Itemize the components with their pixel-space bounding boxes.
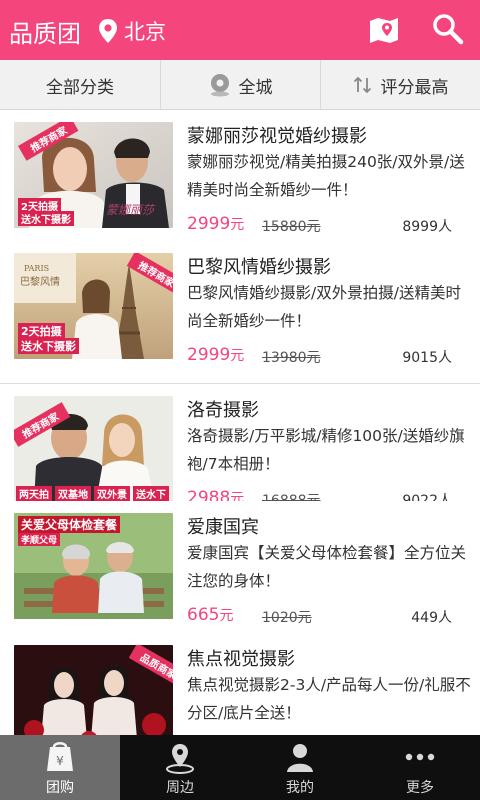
deal-price: 2999元 xyxy=(187,214,245,234)
sold-count: 8999人 xyxy=(402,219,452,235)
deal-price: 2999元 xyxy=(187,345,245,365)
original-price: 13980元 xyxy=(262,350,321,366)
sort-arrows-icon xyxy=(353,76,371,94)
filter-sort-label: 评分最高 xyxy=(380,77,449,98)
tab-group-buy[interactable]: ¥ 团购 xyxy=(0,735,120,800)
location-pin-icon[interactable] xyxy=(97,18,119,44)
tab-label: 我的 xyxy=(286,780,314,796)
deal-thumbnail: 关爱父母体检套餐 孝顺父母 xyxy=(14,513,173,619)
deal-title: 洛奇摄影 xyxy=(187,400,259,421)
promo-tag: 双外景 xyxy=(94,486,130,501)
promo-tag: 送水下摄影 xyxy=(18,338,79,354)
promo-tag: 送水下摄影 xyxy=(18,211,74,226)
group-buy-bag-icon: ¥ xyxy=(47,742,73,771)
tab-nearby[interactable]: 周边 xyxy=(120,735,240,800)
filter-bar: 全部分类 全城 评分最高 xyxy=(0,60,480,110)
filter-category[interactable]: 全部分类 xyxy=(0,60,160,110)
deal-thumbnail: 蒙娜丽莎 推荐商家 2天拍摄 送水下摄影 xyxy=(14,122,173,228)
map-icon[interactable] xyxy=(368,15,400,45)
deal-description: 蒙娜丽莎视觉/精美拍摄240张/双外景/送精美时尚全新婚纱一件！ xyxy=(187,153,465,199)
filter-area-label: 全城 xyxy=(238,77,273,98)
studio-logo: 巴黎风情 xyxy=(20,275,60,288)
deal-list[interactable]: 蒙娜丽莎 推荐商家 2天拍摄 送水下摄影 蒙娜丽莎视觉婚纱摄影 蒙娜丽莎视觉/精… xyxy=(0,110,480,735)
deal-description: 巴黎风情婚纱摄影/双外景拍摄/送精美时尚全新婚纱一件！ xyxy=(187,284,461,330)
bottom-tab-bar: ¥ 团购 周边 我的 更多 xyxy=(0,735,480,800)
promo-tag: 2天拍摄 xyxy=(18,323,65,339)
deal-thumbnail: PARIS 巴黎风情 推荐商家 2天拍摄 送水下摄影 xyxy=(14,253,173,359)
banner-subtitle: 孝顺父母 xyxy=(18,533,61,546)
deal-title: 焦点视觉摄影 xyxy=(187,649,295,670)
user-icon xyxy=(287,744,313,772)
promo-tag: 送水下 xyxy=(133,486,169,501)
deal-price: 665元 xyxy=(187,605,234,625)
filter-area[interactable]: 全城 xyxy=(160,60,320,110)
deal-thumbnail: 推荐商家 两天拍 双基地 双外景 送水下 xyxy=(14,396,173,502)
studio-logo: 蒙娜丽莎 xyxy=(106,203,156,217)
more-dots-icon xyxy=(405,753,435,761)
nearby-icon xyxy=(166,744,194,774)
sold-count: 449人 xyxy=(411,610,452,626)
tab-more[interactable]: 更多 xyxy=(360,735,480,800)
banner-title: 关爱父母体检套餐 xyxy=(18,516,121,533)
tab-label: 周边 xyxy=(166,780,194,796)
deal-description: 爱康国宾【关爱父母体检套餐】全方位关注您的身体！ xyxy=(187,544,467,590)
top-bar: 品质团 北京 xyxy=(0,0,480,60)
original-price: 1020元 xyxy=(262,610,312,626)
tab-label: 团购 xyxy=(46,780,74,796)
city-selector[interactable]: 北京 xyxy=(124,16,166,46)
deal-title: 爱康国宾 xyxy=(187,517,259,538)
filter-category-label: 全部分类 xyxy=(46,77,114,98)
svg-text:PARIS: PARIS xyxy=(24,264,49,273)
deal-description: 洛奇摄影/万平影城/精修100张/送婚纱旗袍/7本相册！ xyxy=(187,427,465,473)
original-price: 15880元 xyxy=(262,219,321,235)
filter-sort[interactable]: 评分最高 xyxy=(320,60,480,110)
search-icon[interactable] xyxy=(432,13,464,45)
deal-item[interactable]: PARIS 巴黎风情 推荐商家 2天拍摄 送水下摄影 巴黎风情婚纱摄影 巴黎风情… xyxy=(0,241,480,384)
app-title: 品质团 xyxy=(9,20,81,48)
deal-thumbnail: 品质商家 xyxy=(14,645,173,735)
svg-text:¥: ¥ xyxy=(56,754,64,768)
deal-item[interactable]: 蒙娜丽莎 推荐商家 2天拍摄 送水下摄影 蒙娜丽莎视觉婚纱摄影 蒙娜丽莎视觉/精… xyxy=(0,110,480,253)
deal-item[interactable]: 关爱父母体检套餐 孝顺父母 爱康国宾 爱康国宾【关爱父母体检套餐】全方位关注您的… xyxy=(0,501,480,644)
deal-title: 蒙娜丽莎视觉婚纱摄影 xyxy=(187,126,367,147)
promo-tag: 两天拍 xyxy=(16,486,52,501)
tab-mine[interactable]: 我的 xyxy=(240,735,360,800)
location-pin-icon xyxy=(210,74,229,97)
sold-count: 9015人 xyxy=(402,350,452,366)
tab-label: 更多 xyxy=(406,780,434,796)
deal-item[interactable]: 品质商家 焦点视觉摄影 焦点视觉摄影2-3人/产品每人一份/礼服不分区/底片全送… xyxy=(0,633,480,735)
deal-title: 巴黎风情婚纱摄影 xyxy=(187,257,331,278)
promo-tag: 双基地 xyxy=(55,486,91,501)
deal-description: 焦点视觉摄影2-3人/产品每人一份/礼服不分区/底片全送！ xyxy=(187,676,471,722)
